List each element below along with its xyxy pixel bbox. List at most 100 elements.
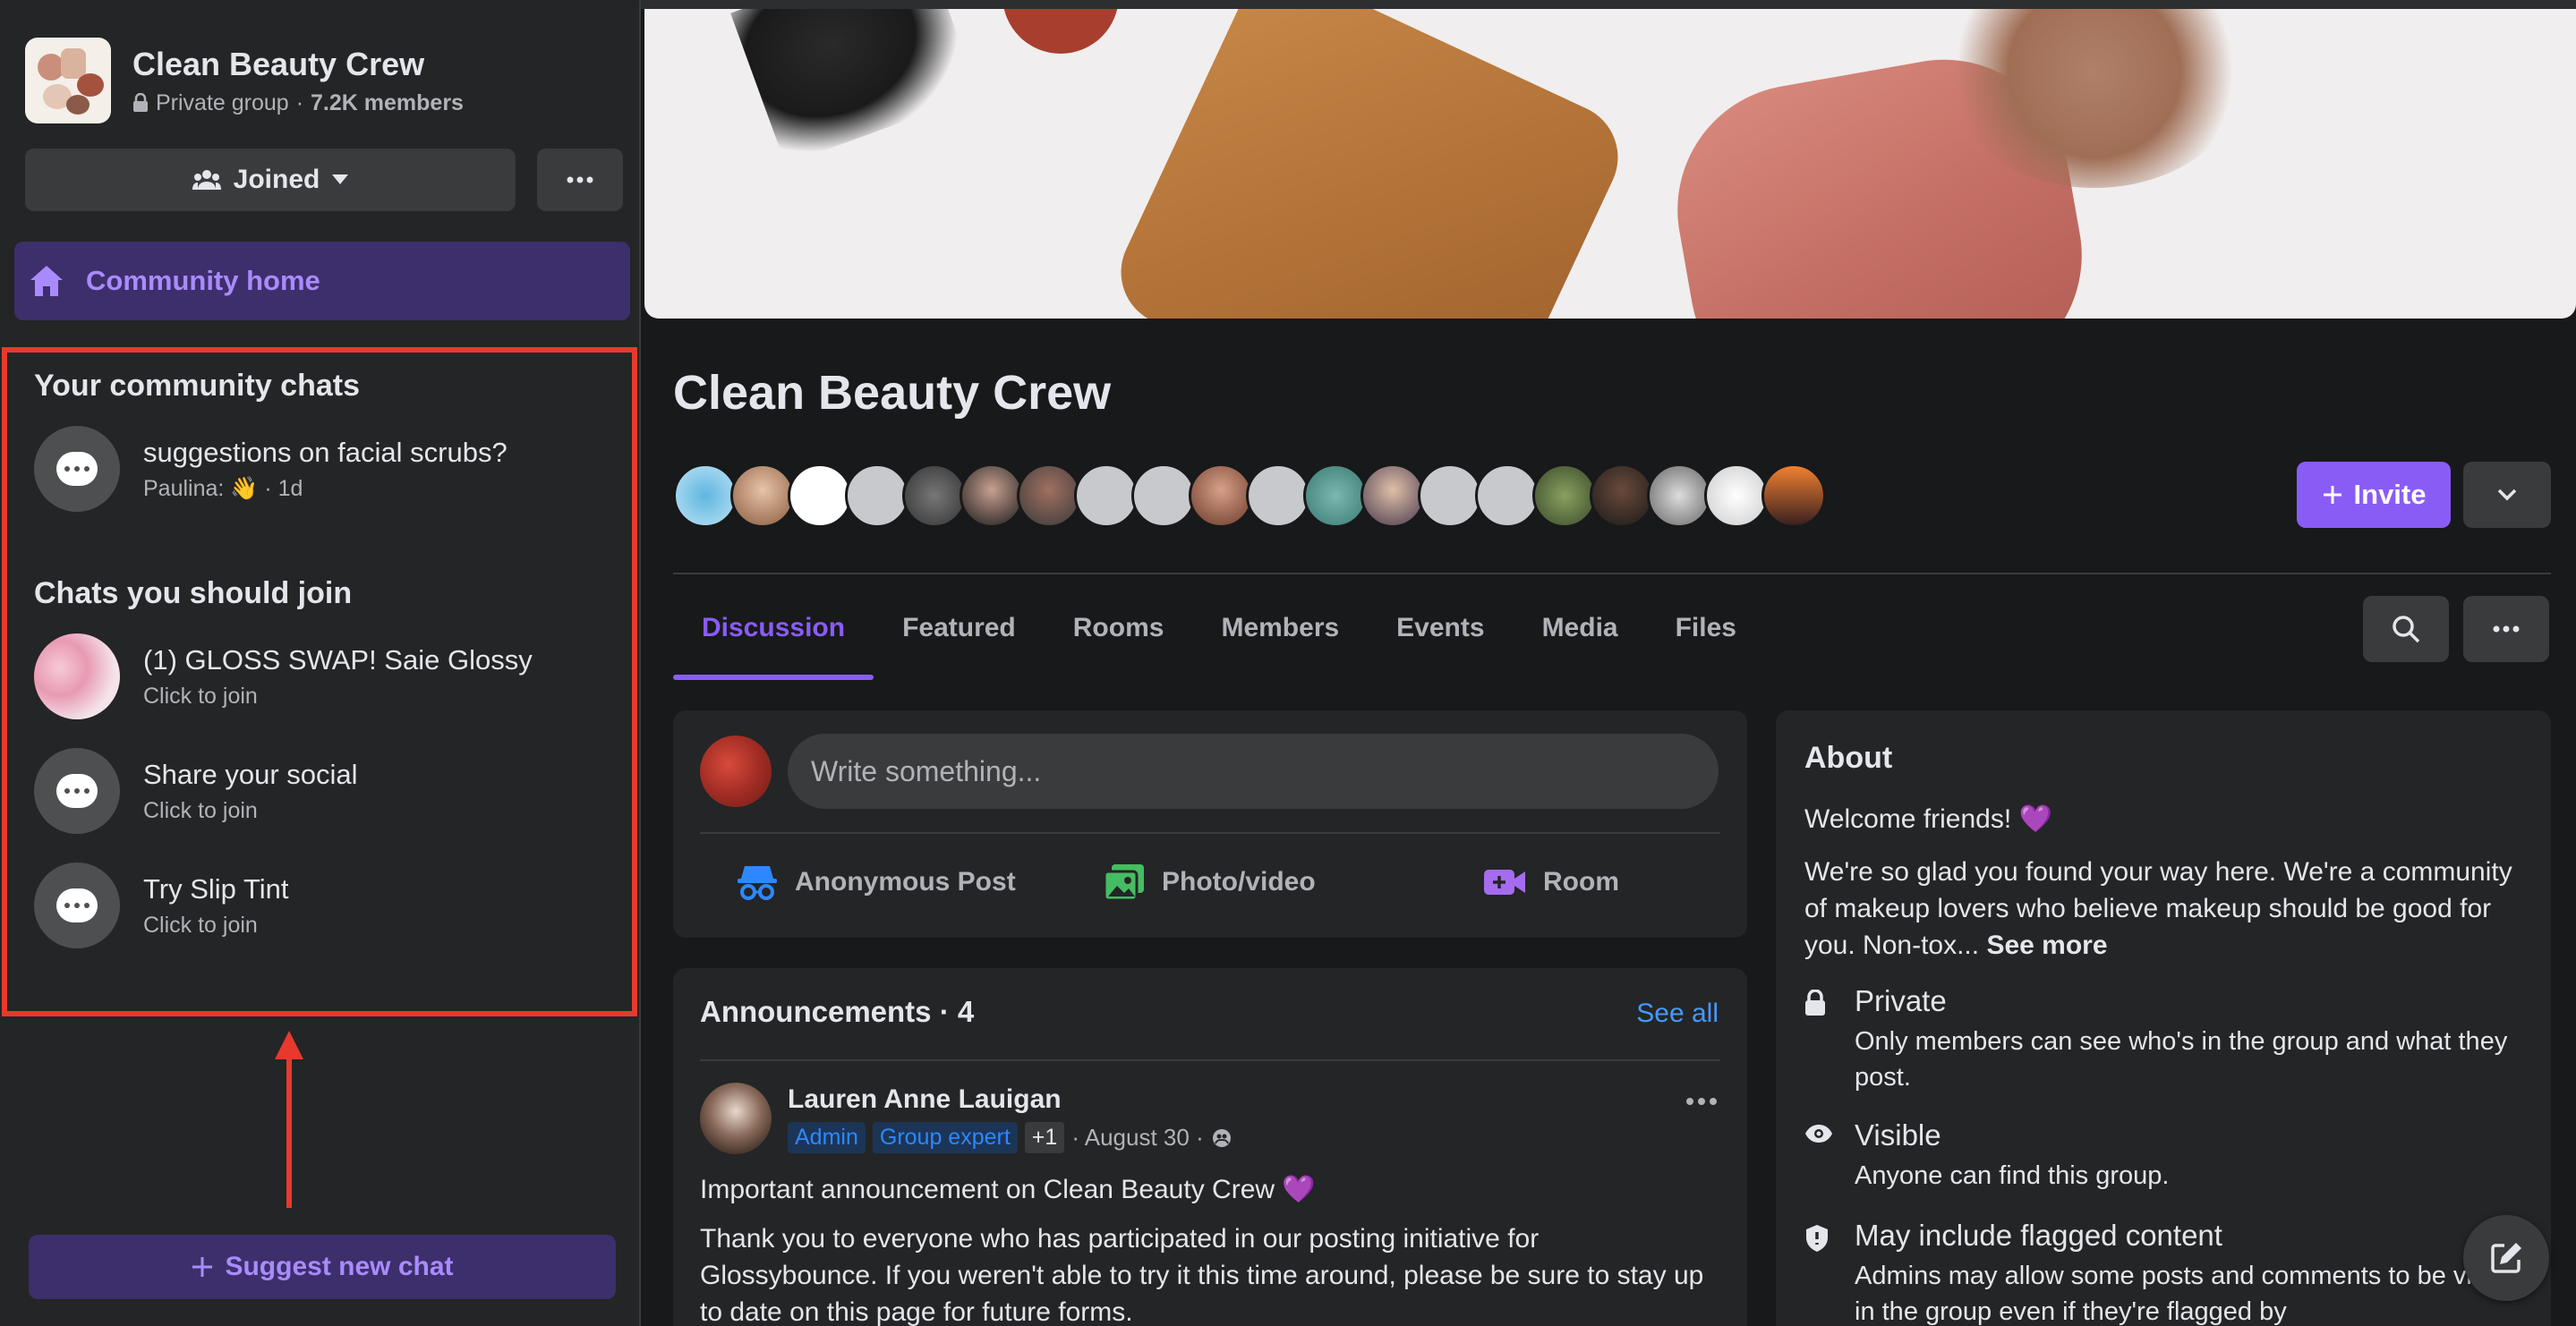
post-author[interactable]: Lauren Anne Lauigan [788, 1084, 1062, 1115]
tab-rooms[interactable]: Rooms [1045, 576, 1193, 680]
member-avatar[interactable] [1704, 463, 1769, 528]
chevron-down-icon [2497, 489, 2517, 501]
photo-icon [1103, 864, 1144, 902]
group-member-count[interactable]: 7.2K members [311, 90, 464, 116]
join-chat-item[interactable]: Share your social Click to join [34, 748, 358, 834]
invite-button[interactable]: Invite [2297, 462, 2451, 528]
member-avatar[interactable] [788, 463, 852, 528]
photo-video-button[interactable]: Photo/video [1103, 855, 1316, 909]
join-chat-item[interactable]: (1) GLOSS SWAP! Saie Glossy Click to joi… [34, 633, 533, 719]
compose-icon [2491, 1243, 2521, 1273]
incognito-icon [738, 866, 777, 900]
post-body: Thank you to everyone who has participat… [700, 1224, 1704, 1326]
about-visible: Visible Anyone can find this group. [1804, 1118, 2535, 1194]
invite-label: Invite [2353, 479, 2427, 510]
group-expert-badge: Group expert [872, 1122, 1018, 1153]
group-tabs: Discussion Featured Rooms Members Events… [673, 576, 1765, 680]
write-something-input[interactable]: Write something... [788, 734, 1719, 809]
anonymous-post-label: Anonymous Post [795, 867, 1016, 897]
suggest-label: Suggest new chat [225, 1252, 454, 1281]
chat-avatar [34, 748, 120, 834]
group-more-button[interactable] [537, 149, 623, 211]
group-search-button[interactable] [2363, 596, 2449, 662]
member-avatar[interactable] [1246, 463, 1310, 528]
member-avatar[interactable] [1131, 463, 1196, 528]
anonymous-post-button[interactable]: Anonymous Post [736, 855, 1016, 909]
member-avatar[interactable] [845, 463, 909, 528]
member-avatars[interactable] [673, 463, 1826, 528]
more-dots-icon [567, 176, 593, 183]
post-date[interactable]: · August 30 · [1071, 1124, 1203, 1152]
composer-divider [700, 832, 1720, 834]
cover-photo[interactable] [644, 9, 2576, 319]
tab-discussion[interactable]: Discussion [673, 576, 874, 680]
join-chat-item[interactable]: Try Slip Tint Click to join [34, 863, 289, 948]
member-avatar[interactable] [1017, 463, 1081, 528]
member-avatar[interactable] [673, 463, 738, 528]
community-home-item[interactable]: Community home [14, 242, 630, 320]
joined-button[interactable]: Joined [25, 149, 516, 211]
header-dropdown-button[interactable] [2463, 462, 2551, 528]
member-avatar[interactable] [1475, 463, 1540, 528]
user-avatar[interactable] [700, 735, 772, 807]
meta-separator: · [295, 89, 304, 115]
room-label: Room [1543, 867, 1619, 897]
more-badges-badge[interactable]: +1 [1024, 1122, 1065, 1153]
chats-highlight-box: Your community chats suggestions on faci… [2, 347, 637, 1016]
member-avatar[interactable] [1647, 463, 1711, 528]
see-all-link[interactable]: See all [1636, 999, 1719, 1029]
page-title: Clean Beauty Crew [673, 366, 1112, 420]
about-item-desc: Only members can see who's in the group … [1855, 1027, 2508, 1092]
more-dots-icon [1686, 1098, 1717, 1105]
see-more-link[interactable]: See more [1986, 931, 2107, 960]
chat-join-hint: Click to join [143, 683, 258, 709]
tab-members[interactable]: Members [1192, 576, 1368, 680]
chat-item[interactable]: suggestions on facial scrubs? Paulina: 👋… [34, 426, 508, 512]
post-more-button[interactable] [1686, 1093, 1717, 1109]
member-avatar[interactable] [1074, 463, 1139, 528]
tab-events[interactable]: Events [1368, 576, 1513, 680]
member-avatar[interactable] [1189, 463, 1253, 528]
about-private: Private Only members can see who's in th… [1804, 984, 2535, 1095]
about-welcome: Welcome friends! 💜 [1804, 804, 2052, 834]
tabs-more-button[interactable] [2463, 596, 2549, 662]
home-icon [30, 266, 63, 296]
chat-bubble-icon [56, 452, 98, 486]
community-home-label: Community home [86, 265, 320, 296]
room-button[interactable]: Room [1482, 855, 1619, 909]
gloss-chat-avatar [34, 633, 120, 719]
video-room-icon [1484, 870, 1525, 895]
member-avatar[interactable] [1761, 463, 1826, 528]
tab-media[interactable]: Media [1514, 576, 1647, 680]
author-avatar[interactable] [700, 1083, 772, 1154]
join-chats-title: Chats you should join [34, 576, 353, 610]
member-avatar[interactable] [730, 463, 795, 528]
announcements-title: Announcements · 4 [700, 995, 975, 1028]
member-avatar[interactable] [1303, 463, 1368, 528]
chat-name: (1) GLOSS SWAP! Saie Glossy [143, 643, 533, 676]
plus-icon [192, 1257, 213, 1277]
group-name[interactable]: Clean Beauty Crew [132, 46, 464, 83]
member-avatar[interactable] [1361, 463, 1425, 528]
tab-files[interactable]: Files [1647, 576, 1765, 680]
member-avatar[interactable] [1418, 463, 1482, 528]
new-message-button[interactable] [2463, 1215, 2549, 1301]
post-meta: Admin Group expert +1 · August 30 · [788, 1122, 1233, 1153]
eye-icon [1805, 1125, 1832, 1143]
group-thumbnail[interactable] [25, 38, 111, 123]
member-avatar[interactable] [960, 463, 1024, 528]
tab-featured[interactable]: Featured [874, 576, 1045, 680]
header-divider [673, 573, 2551, 574]
composer-placeholder: Write something... [811, 754, 1042, 787]
chat-avatar [34, 863, 120, 948]
member-avatar[interactable] [902, 463, 967, 528]
chat-bubble-icon [56, 888, 98, 922]
group-header: Clean Beauty Crew Private group · 7.2K m… [25, 38, 464, 123]
joined-label: Joined [233, 165, 320, 194]
chat-name: Try Slip Tint [143, 872, 289, 905]
member-avatar[interactable] [1590, 463, 1654, 528]
group-privacy: Private group [156, 89, 289, 115]
lock-icon [133, 93, 148, 112]
member-avatar[interactable] [1532, 463, 1597, 528]
suggest-new-chat-button[interactable]: Suggest new chat [29, 1235, 616, 1299]
